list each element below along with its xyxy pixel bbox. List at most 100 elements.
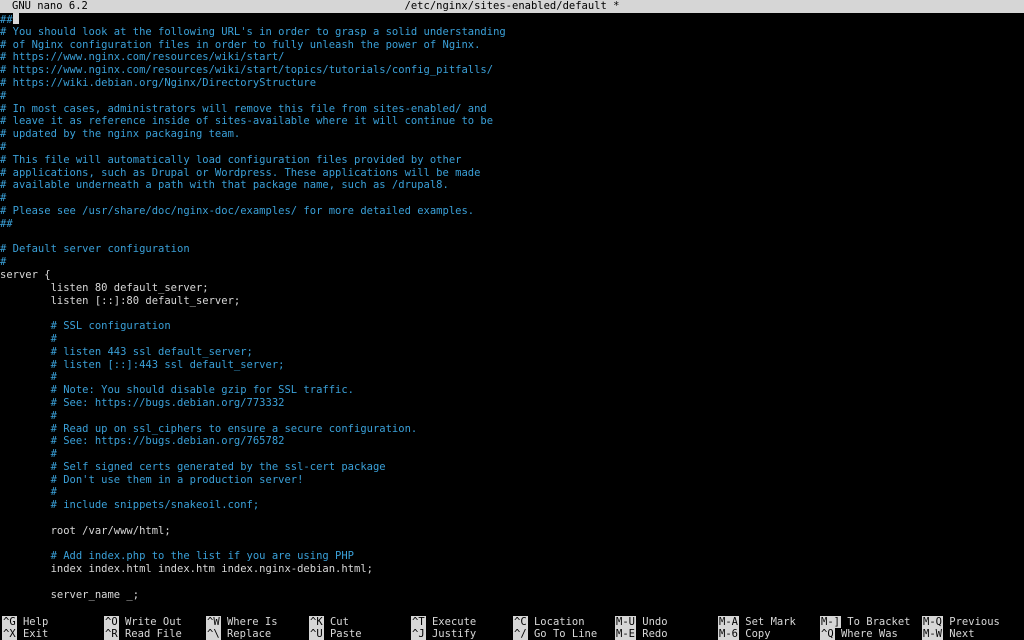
shortcut-where-was[interactable]: ^Q Where Was (820, 628, 898, 640)
shortcut-undo[interactable]: M-U Undo (615, 616, 668, 628)
line-text: # Read up on ssl_ciphers to ensure a sec… (0, 422, 418, 435)
shortcut-label: Execute (425, 616, 477, 628)
line-text: # This file will automatically load conf… (0, 153, 462, 166)
line-text: # SSL configuration (0, 320, 171, 333)
shortcut-read-file[interactable]: ^R Read File (104, 628, 182, 640)
line-text: # updated by the nginx packaging team. (0, 128, 241, 141)
line-text: # (0, 409, 57, 422)
shortcut-label: Write Out (118, 616, 182, 628)
comment-line: # of Nginx configuration files in order … (0, 39, 1024, 52)
line-text: server { (0, 268, 51, 281)
line-text: # (0, 332, 57, 345)
comment-line: # include snippets/snakeoil.conf; (0, 499, 1024, 512)
shortcut-location[interactable]: ^C Location (513, 616, 585, 628)
code-line: listen 80 default_server; (0, 282, 1024, 295)
shortcut-key: M-E (615, 628, 636, 640)
shortcut-key: ^C (513, 616, 528, 628)
line-text: # In most cases, administrators will rem… (0, 102, 487, 115)
comment-line: # (0, 256, 1024, 269)
shortcut-justify[interactable]: ^J Justify (411, 628, 476, 640)
terminal-window: GNU nano 6.2 /etc/nginx/sites-enabled/de… (0, 0, 1024, 640)
line-text: ## (0, 217, 13, 230)
shortcut-previous[interactable]: M-Q Previous (922, 616, 1000, 628)
shortcut-key: ^O (104, 616, 119, 628)
shortcut-label: Copy (738, 628, 771, 640)
comment-line: # (0, 192, 1024, 205)
comment-line: # Add index.php to the list if you are u… (0, 550, 1024, 563)
shortcut-where-is[interactable]: ^W Where Is (206, 616, 278, 628)
line-text: # https://wiki.debian.org/Nginx/Director… (0, 76, 317, 89)
line-text: # (0, 256, 7, 269)
line-text: # Self signed certs generated by the ssl… (0, 460, 386, 473)
nano-title-bar: GNU nano 6.2 /etc/nginx/sites-enabled/de… (0, 0, 1024, 13)
comment-line: ## (0, 218, 1024, 231)
shortcut-key: M-W (922, 628, 943, 640)
shortcut-label: Go To Line (527, 628, 598, 640)
shortcut-set-mark[interactable]: M-A Set Mark (718, 616, 796, 628)
shortcut-paste[interactable]: ^U Paste (309, 628, 362, 640)
comment-line: # updated by the nginx packaging team. (0, 128, 1024, 141)
shortcut-execute[interactable]: ^T Execute (411, 616, 476, 628)
comment-line: # (0, 410, 1024, 423)
line-text: # listen [::]:443 ssl default_server; (0, 358, 285, 371)
shortcut-key: M-A (718, 616, 739, 628)
comment-line: # https://wiki.debian.org/Nginx/Director… (0, 77, 1024, 90)
shortcut-label: Exit (16, 628, 49, 640)
shortcut-key: ^\ (206, 628, 221, 640)
shortcut-cut[interactable]: ^K Cut (309, 616, 349, 628)
line-text: # You should look at the following URL's… (0, 25, 506, 38)
comment-line: # Read up on ssl_ciphers to ensure a sec… (0, 423, 1024, 436)
shortcut-label: Redo (635, 628, 668, 640)
line-text: # Note: You should disable gzip for SSL … (0, 384, 355, 397)
line-text: # listen 443 ssl default_server; (0, 345, 253, 358)
comment-line: # Self signed certs generated by the ssl… (0, 461, 1024, 474)
shortcut-replace[interactable]: ^\ Replace (206, 628, 271, 640)
shortcut-copy[interactable]: M-6 Copy (718, 628, 771, 640)
text-cursor (12, 13, 19, 24)
shortcut-key: ^G (2, 616, 17, 628)
line-text: # of Nginx configuration files in order … (0, 38, 481, 51)
comment-line: # listen [::]:443 ssl default_server; (0, 359, 1024, 372)
code-line: listen [::]:80 default_server; (0, 295, 1024, 308)
shortcut-write-out[interactable]: ^O Write Out (104, 616, 182, 628)
line-text: # (0, 192, 7, 205)
line-text: # Default server configuration (0, 243, 190, 256)
shortcut-help[interactable]: ^G Help (2, 616, 48, 628)
shortcut-go-to-line[interactable]: ^/ Go To Line (513, 628, 597, 640)
editor-text-area[interactable]: ## # You should look at the following URL… (0, 13, 1024, 611)
line-text: # (0, 371, 57, 384)
shortcut-label: Read File (118, 628, 182, 640)
comment-line: # https://www.nginx.com/resources/wiki/s… (0, 51, 1024, 64)
shortcut-bar: ^G Help ^O Write Out ^W Where Is ^K Cut ^T E… (0, 616, 1024, 640)
shortcut-label: Where Was (834, 628, 898, 640)
comment-line: # Please see /usr/share/doc/nginx-doc/ex… (0, 205, 1024, 218)
code-line: index index.html index.htm index.nginx-d… (0, 563, 1024, 576)
shortcut-label: Previous (942, 616, 1000, 628)
line-text: server_name _; (0, 588, 140, 601)
shortcut-key: ^W (206, 616, 221, 628)
line-text: # Please see /usr/share/doc/nginx-doc/ex… (0, 204, 475, 217)
shortcut-redo[interactable]: M-E Redo (615, 628, 668, 640)
file-path: /etc/nginx/sites-enabled/default * (404, 0, 620, 12)
shortcut-label: Where Is (220, 616, 278, 628)
line-text: # Add index.php to the list if you are u… (0, 550, 355, 563)
line-text: # Don't use them in a production server! (0, 473, 304, 486)
shortcut-key: ^T (411, 616, 426, 628)
comment-line: # Default server configuration (0, 243, 1024, 256)
shortcut-to-bracket[interactable]: M-] To Bracket (820, 616, 911, 628)
shortcut-key: ^J (411, 628, 426, 640)
line-text: # See: https://bugs.debian.org/765782 (0, 435, 285, 448)
shortcut-exit[interactable]: ^X Exit (2, 628, 48, 640)
line-text: # (0, 89, 7, 102)
line-text: # See: https://bugs.debian.org/773332 (0, 396, 285, 409)
shortcut-label: Paste (323, 628, 362, 640)
line-text: # leave it as reference inside of sites-… (0, 115, 494, 128)
comment-line: # Don't use them in a production server! (0, 474, 1024, 487)
comment-line: # In most cases, administrators will rem… (0, 103, 1024, 116)
line-text: # (0, 448, 57, 461)
shortcut-next[interactable]: M-W Next (922, 628, 975, 640)
line-text: root /var/www/html; (0, 524, 171, 537)
